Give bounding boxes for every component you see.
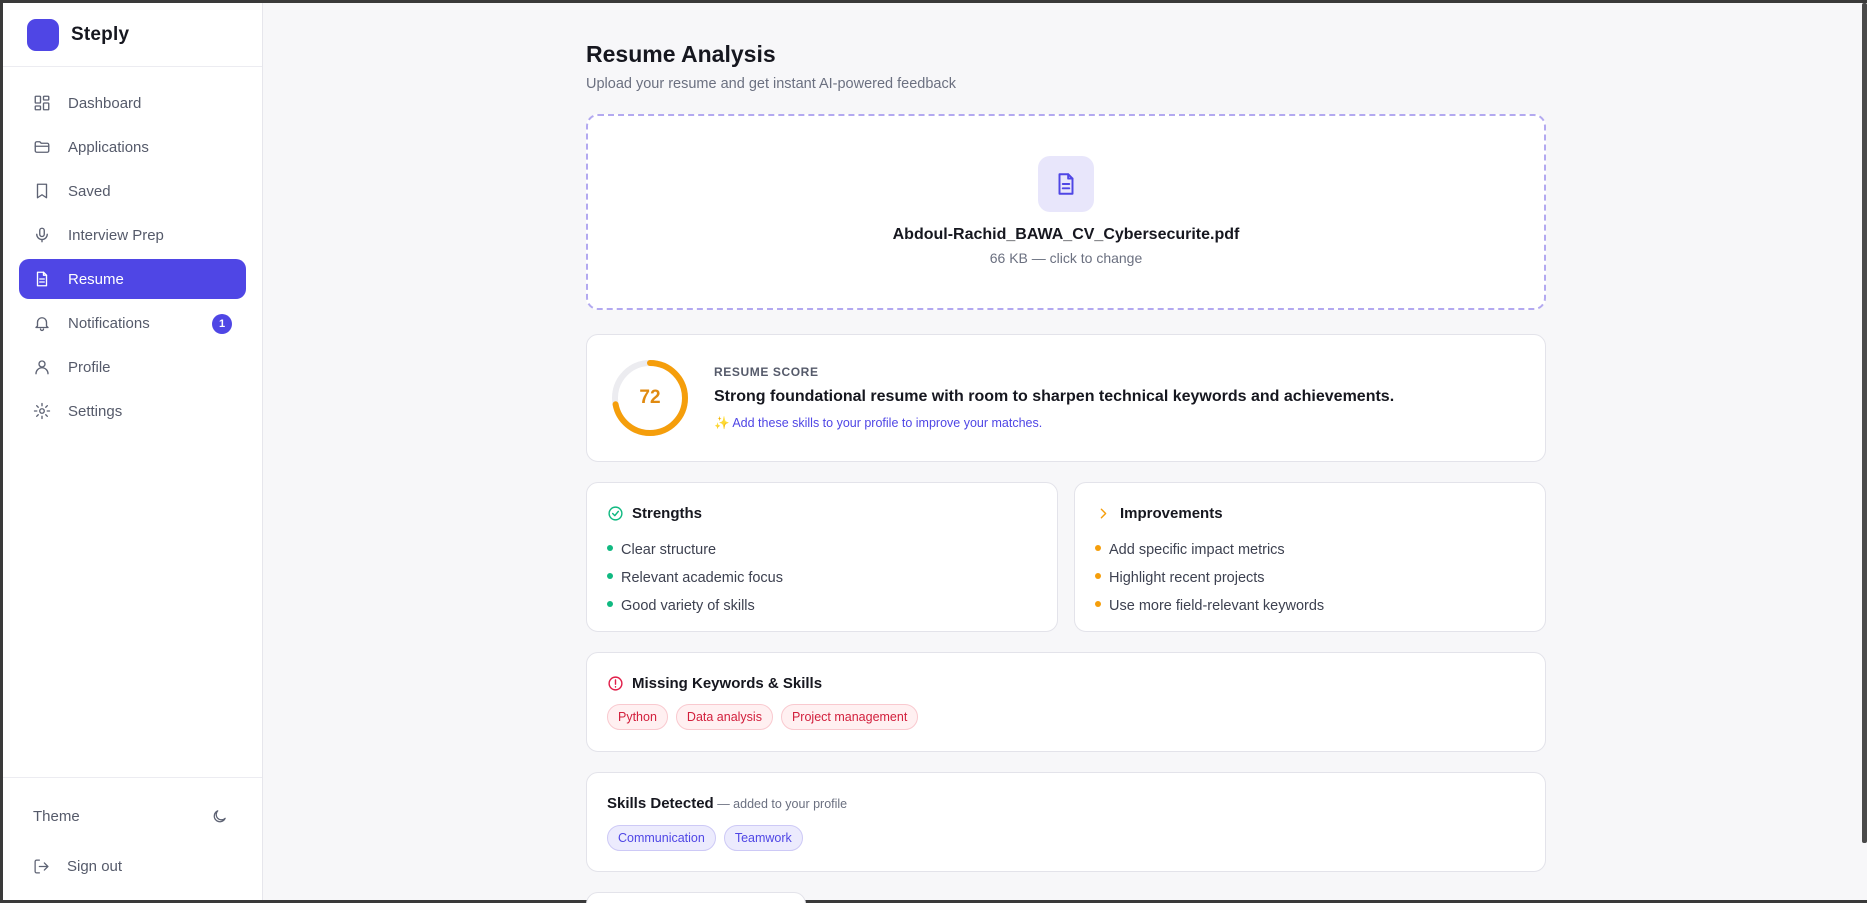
sidebar-item-label: Notifications bbox=[68, 314, 150, 332]
strengths-list: Clear structure Relevant academic focus … bbox=[607, 536, 1037, 620]
score-text: RESUME SCORE Strong foundational resume … bbox=[714, 365, 1394, 431]
list-item: Highlight recent projects bbox=[1095, 564, 1525, 592]
keyword-chip: Python bbox=[607, 704, 668, 730]
score-value: 72 bbox=[639, 387, 661, 408]
keyword-chip: Project management bbox=[780, 704, 919, 730]
brand-name: Steply bbox=[71, 23, 130, 45]
list-item: Use more field-relevant keywords bbox=[1095, 592, 1525, 620]
resume-score-card: 72 RESUME SCORE Strong foundational resu… bbox=[586, 334, 1546, 462]
sidebar-item-label: Settings bbox=[68, 402, 123, 420]
sign-out-icon bbox=[34, 858, 49, 874]
chevron-right-icon bbox=[1100, 508, 1107, 519]
moon-icon[interactable] bbox=[211, 808, 228, 825]
sidebar-item-settings[interactable]: Settings bbox=[19, 391, 246, 431]
bullet-dot bbox=[607, 573, 613, 579]
bullet-dot bbox=[1095, 573, 1101, 579]
page-scrollbar[interactable] bbox=[1862, 3, 1867, 843]
keyword-chip: Data analysis bbox=[675, 704, 773, 730]
file-icon bbox=[1058, 173, 1074, 195]
sidebar-item-interview-prep[interactable]: Interview Prep bbox=[19, 215, 246, 255]
improvement-text: Add specific impact metrics bbox=[1109, 542, 1285, 558]
notification-count-badge: 1 bbox=[212, 314, 232, 334]
improvement-text: Use more field-relevant keywords bbox=[1109, 598, 1325, 614]
strengths-title: Strengths bbox=[632, 505, 703, 522]
alert-circle-icon bbox=[608, 676, 623, 691]
improvements-title: Improvements bbox=[1120, 505, 1223, 522]
skills-detected-title: Skills Detected bbox=[607, 795, 714, 812]
missing-keywords-header: Missing Keywords & Skills bbox=[607, 675, 1525, 692]
sidebar-nav: Dashboard Applications Saved Interview P… bbox=[3, 67, 262, 431]
improvements-header: Improvements bbox=[1095, 505, 1525, 522]
microphone-icon bbox=[36, 227, 48, 243]
sidebar-item-label: Dashboard bbox=[68, 94, 142, 112]
improvement-text: Highlight recent projects bbox=[1109, 570, 1265, 586]
sidebar-item-applications[interactable]: Applications bbox=[19, 127, 246, 167]
bullet-dot bbox=[1095, 545, 1101, 551]
sidebar: Steply Dashboard Applications Saved Inte… bbox=[3, 3, 263, 900]
strength-text: Good variety of skills bbox=[621, 598, 755, 614]
skill-chip: Communication bbox=[607, 825, 716, 851]
bookmark-icon bbox=[36, 183, 48, 199]
sidebar-item-resume[interactable]: Resume bbox=[19, 259, 246, 299]
resume-upload-dropzone[interactable]: Abdoul-Rachid_BAWA_CV_Cybersecurite.pdf … bbox=[586, 114, 1546, 310]
uploaded-file-meta: 66 KB — click to change bbox=[989, 250, 1143, 266]
main-content: Resume Analysis Upload your resume and g… bbox=[586, 3, 1546, 903]
strengths-card: Strengths Clear structure Relevant acade… bbox=[586, 482, 1058, 632]
gear-icon bbox=[33, 402, 51, 420]
sidebar-item-label: Resume bbox=[68, 270, 124, 288]
strength-text: Clear structure bbox=[621, 542, 717, 558]
page-subtitle: Upload your resume and get instant AI-po… bbox=[586, 76, 956, 92]
bullet-dot bbox=[607, 601, 613, 607]
sidebar-item-label: Profile bbox=[68, 358, 111, 376]
strength-text: Relevant academic focus bbox=[621, 570, 783, 586]
theme-toggle[interactable]: Theme bbox=[19, 794, 246, 838]
brand[interactable]: Steply bbox=[3, 3, 262, 67]
missing-keywords-title: Missing Keywords & Skills bbox=[632, 675, 823, 692]
user-icon bbox=[35, 360, 49, 375]
theme-label: Theme bbox=[33, 807, 80, 825]
strengths-header: Strengths bbox=[607, 505, 1037, 522]
skills-detected-card: Skills Detected — added to your profile … bbox=[586, 772, 1546, 872]
list-item: Clear structure bbox=[607, 536, 1037, 564]
score-tip: ✨ Add these skills to your profile to im… bbox=[714, 416, 1043, 430]
document-icon bbox=[36, 271, 48, 287]
missing-keywords-card: Missing Keywords & Skills Python Data an… bbox=[586, 652, 1546, 752]
score-summary: Strong foundational resume with room to … bbox=[714, 388, 1395, 405]
sign-out-button[interactable]: Sign out bbox=[19, 844, 246, 888]
list-item: Add specific impact metrics bbox=[1095, 536, 1525, 564]
folder-icon bbox=[34, 141, 50, 153]
next-section-card bbox=[586, 892, 806, 903]
sidebar-item-label: Interview Prep bbox=[68, 226, 164, 244]
list-item: Good variety of skills bbox=[607, 592, 1037, 620]
sidebar-item-saved[interactable]: Saved bbox=[19, 171, 246, 211]
page-title: Resume Analysis bbox=[586, 41, 776, 67]
sidebar-item-label: Applications bbox=[68, 138, 149, 156]
skills-detected-header: Skills Detected — added to your profile bbox=[607, 795, 1525, 813]
score-label: RESUME SCORE bbox=[714, 365, 819, 379]
sidebar-item-notifications[interactable]: Notifications 1 bbox=[19, 303, 246, 343]
improvements-card: Improvements Add specific impact metrics… bbox=[1074, 482, 1546, 632]
bell-icon bbox=[35, 317, 49, 332]
bullet-dot bbox=[1095, 601, 1101, 607]
list-item: Relevant academic focus bbox=[607, 564, 1037, 592]
sidebar-item-profile[interactable]: Profile bbox=[19, 347, 246, 387]
sidebar-item-label: Saved bbox=[68, 182, 111, 200]
improvements-list: Add specific impact metrics Highlight re… bbox=[1095, 536, 1525, 620]
sidebar-item-dashboard[interactable]: Dashboard bbox=[19, 83, 246, 123]
file-icon-wrapper bbox=[1038, 156, 1094, 212]
missing-keywords-chips: Python Data analysis Project management bbox=[607, 704, 1525, 730]
skill-chip: Teamwork bbox=[723, 825, 803, 851]
feedback-columns: Strengths Clear structure Relevant acade… bbox=[586, 482, 1546, 632]
brand-logo bbox=[27, 18, 59, 51]
check-circle-icon bbox=[608, 506, 623, 521]
sidebar-footer: Theme Sign out bbox=[3, 777, 262, 900]
skills-detected-note: — added to your profile bbox=[713, 797, 848, 811]
dashboard-icon bbox=[34, 95, 50, 111]
skills-chips: Communication Teamwork bbox=[607, 825, 1525, 851]
uploaded-file-name: Abdoul-Rachid_BAWA_CV_Cybersecurite.pdf bbox=[892, 226, 1240, 243]
sign-out-label: Sign out bbox=[67, 857, 123, 875]
score-ring: 72 bbox=[611, 359, 689, 437]
bullet-dot bbox=[607, 545, 613, 551]
